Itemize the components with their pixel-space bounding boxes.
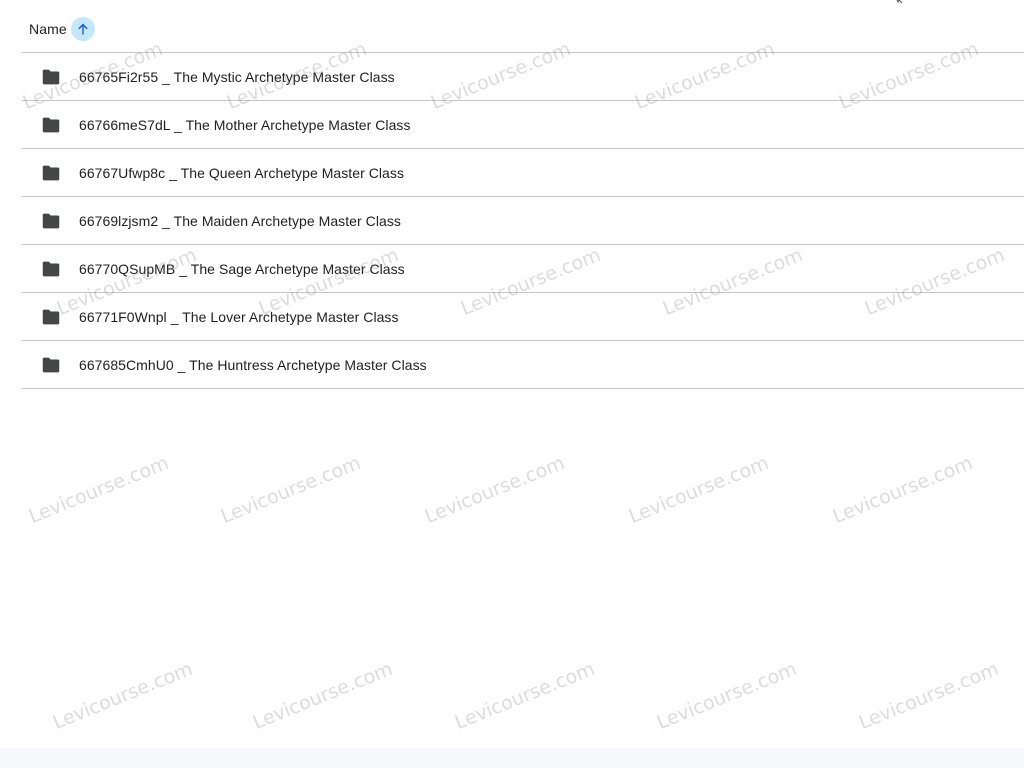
- watermark-text: Levicourse.com: [421, 451, 568, 528]
- watermark-text: Levicourse.com: [855, 657, 1002, 734]
- folder-name: 66769lzjsm2 _ The Maiden Archetype Maste…: [79, 212, 401, 229]
- watermark-text: Levicourse.com: [829, 451, 976, 528]
- folder-name: 66765Fi2r55 _ The Mystic Archetype Maste…: [79, 68, 395, 85]
- list-header: Name: [22, 6, 1024, 53]
- folder-icon: [40, 162, 62, 184]
- folder-row[interactable]: 66766meS7dL _ The Mother Archetype Maste…: [22, 101, 1024, 149]
- folder-icon: [40, 210, 62, 232]
- folder-row[interactable]: 66767Ufwp8c _ The Queen Archetype Master…: [22, 149, 1024, 197]
- folder-name: 66770QSupMB _ The Sage Archetype Master …: [79, 260, 405, 277]
- folder-icon: [40, 306, 62, 328]
- folder-icon: [40, 66, 62, 88]
- watermark-text: Levicourse.com: [25, 451, 172, 528]
- folder-row[interactable]: 66769lzjsm2 _ The Maiden Archetype Maste…: [22, 197, 1024, 245]
- folder-icon: [40, 354, 62, 376]
- folder-row[interactable]: 66771F0Wnpl _ The Lover Archetype Master…: [22, 293, 1024, 341]
- folder-name: 667685CmhU0 _ The Huntress Archetype Mas…: [79, 356, 427, 373]
- folder-name: 66766meS7dL _ The Mother Archetype Maste…: [79, 116, 411, 133]
- bottom-strip: [0, 748, 1024, 768]
- folder-row[interactable]: 66765Fi2r55 _ The Mystic Archetype Maste…: [22, 53, 1024, 101]
- watermark-text: Levicourse.com: [217, 451, 364, 528]
- sort-ascending-button[interactable]: [70, 17, 95, 41]
- folder-name: 66767Ufwp8c _ The Queen Archetype Master…: [79, 164, 404, 181]
- arrow-upward-icon: [78, 23, 88, 35]
- file-list: Name 66765Fi2r55 _ The Mystic Archetype …: [22, 6, 1024, 389]
- folder-row[interactable]: 667685CmhU0 _ The Huntress Archetype Mas…: [22, 341, 1024, 389]
- drive-file-list-page: Name 66765Fi2r55 _ The Mystic Archetype …: [0, 0, 1024, 768]
- watermark-text: Levicourse.com: [49, 657, 196, 734]
- watermark-text: Levicourse.com: [653, 657, 800, 734]
- folder-name: 66771F0Wnpl _ The Lover Archetype Master…: [79, 308, 399, 325]
- folder-icon: [40, 114, 62, 136]
- folder-row[interactable]: 66770QSupMB _ The Sage Archetype Master …: [22, 245, 1024, 293]
- name-column-header[interactable]: Name: [29, 21, 67, 37]
- watermark-text: Levicourse.com: [451, 657, 598, 734]
- watermark-text: Levicourse.com: [625, 451, 772, 528]
- mouse-cursor-icon: [896, 0, 903, 4]
- watermark-text: Levicourse.com: [249, 657, 396, 734]
- folder-icon: [40, 258, 62, 280]
